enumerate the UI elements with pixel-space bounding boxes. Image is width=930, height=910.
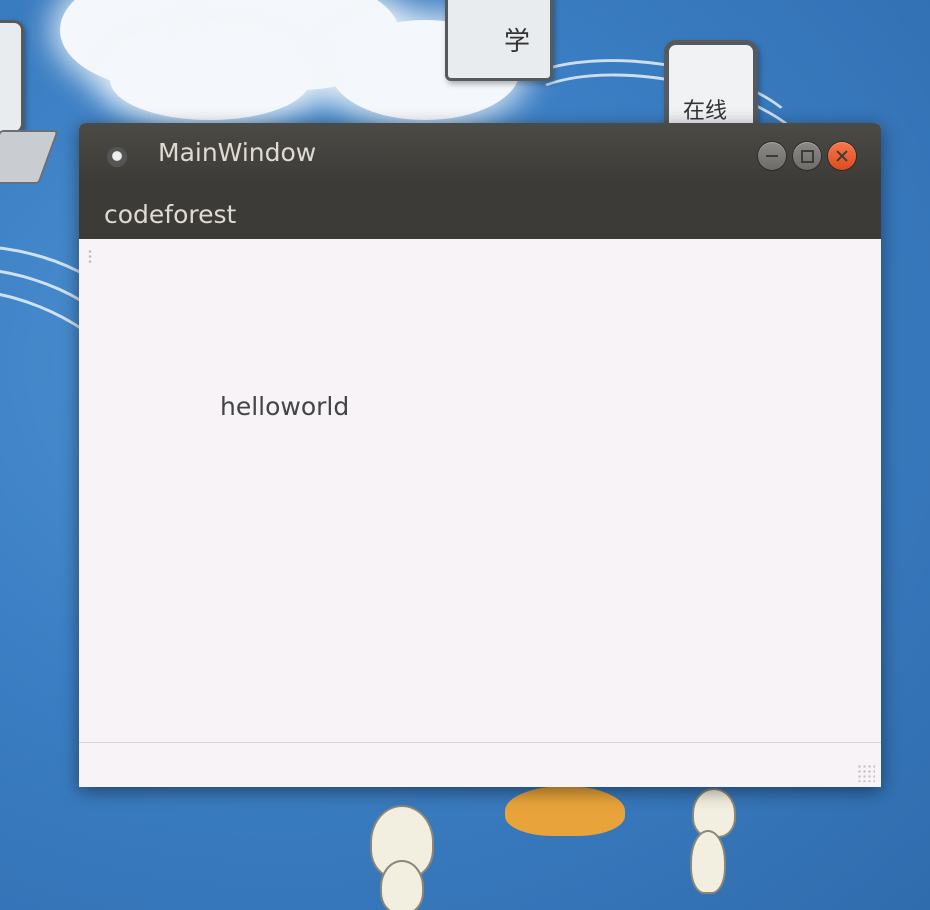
cartoon-figure — [692, 788, 736, 838]
main-window: MainWindow codeforest helloworld — [79, 123, 881, 787]
window-title: MainWindow — [158, 138, 317, 167]
laptop-base-illustration — [0, 130, 59, 184]
phone-text: 在线 — [683, 99, 728, 124]
cartoon-figure-body — [690, 830, 726, 894]
menu-item-codeforest[interactable]: codeforest — [104, 200, 236, 229]
cartoon-figure-body — [380, 860, 424, 910]
minimize-button[interactable] — [758, 142, 786, 170]
close-button[interactable] — [828, 142, 856, 170]
app-icon — [107, 147, 127, 167]
hello-label: helloworld — [220, 392, 350, 421]
tablet-illustration: 学 — [445, 0, 553, 81]
cloud-decoration — [110, 40, 310, 120]
status-bar — [79, 742, 881, 787]
laptop-illustration: 木 — [0, 20, 24, 134]
title-bar[interactable]: MainWindow — [79, 123, 881, 185]
toolbar-grip-handle[interactable] — [87, 249, 93, 263]
central-widget: helloworld — [79, 239, 881, 742]
tablet-text: 学 — [504, 27, 531, 57]
resize-grip[interactable] — [857, 764, 875, 782]
duck-illustration — [505, 786, 625, 836]
maximize-button[interactable] — [793, 142, 821, 170]
